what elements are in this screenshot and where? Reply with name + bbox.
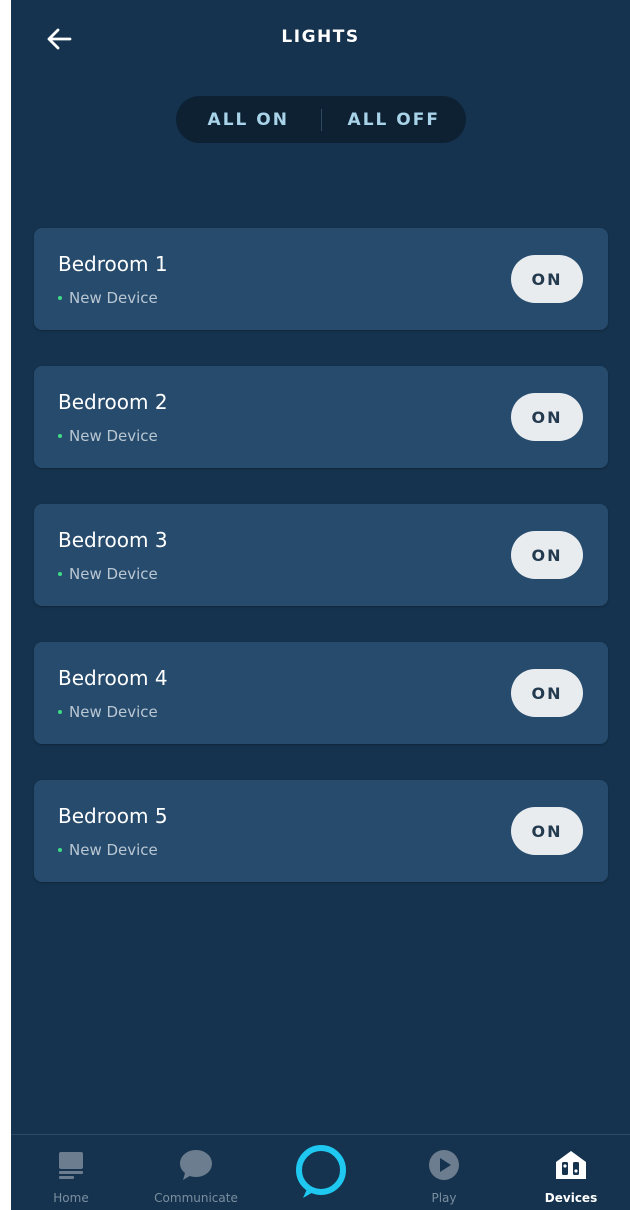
device-name: Bedroom 3 [58, 528, 168, 552]
device-status-label: New Device [69, 289, 158, 307]
device-status: New Device [58, 289, 158, 307]
device-name: Bedroom 5 [58, 804, 168, 828]
device-status-label: New Device [69, 703, 158, 721]
device-status: New Device [58, 565, 158, 583]
nav-communicate[interactable]: Communicate [146, 1135, 246, 1210]
nav-home[interactable]: Home [39, 1135, 103, 1210]
status-dot-icon [58, 710, 62, 714]
device-card-bedroom-2[interactable]: Bedroom 2 New Device ON [34, 366, 608, 468]
power-on-button[interactable]: ON [511, 807, 583, 855]
power-on-button[interactable]: ON [511, 393, 583, 441]
play-icon [427, 1145, 461, 1185]
device-status: New Device [58, 427, 158, 445]
device-status: New Device [58, 703, 158, 721]
status-dot-icon [58, 848, 62, 852]
device-status-label: New Device [69, 565, 158, 583]
lights-screen: LIGHTS ALL ON ALL OFF Bedroom 1 New Devi… [11, 0, 630, 1210]
status-dot-icon [58, 296, 62, 300]
nav-play-label: Play [431, 1191, 457, 1205]
nav-alexa[interactable] [286, 1135, 356, 1210]
devices-icon [554, 1145, 588, 1185]
all-on-button[interactable]: ALL ON [176, 96, 321, 143]
device-status: New Device [58, 841, 158, 859]
device-name: Bedroom 4 [58, 666, 168, 690]
all-off-button[interactable]: ALL OFF [322, 96, 467, 143]
device-name: Bedroom 1 [58, 252, 168, 276]
device-name: Bedroom 2 [58, 390, 168, 414]
nav-communicate-label: Communicate [154, 1191, 238, 1205]
power-on-button[interactable]: ON [511, 669, 583, 717]
device-card-bedroom-3[interactable]: Bedroom 3 New Device ON [34, 504, 608, 606]
all-on-off-toggle: ALL ON ALL OFF [176, 96, 466, 143]
nav-home-label: Home [53, 1191, 89, 1205]
status-dot-icon [58, 434, 62, 438]
home-icon [56, 1145, 86, 1185]
power-on-button[interactable]: ON [511, 255, 583, 303]
bottom-nav: Home Communicate Play Devices [11, 1134, 630, 1210]
power-on-button[interactable]: ON [511, 531, 583, 579]
device-status-label: New Device [69, 841, 158, 859]
chat-bubble-icon [178, 1145, 214, 1185]
page-title: LIGHTS [281, 27, 360, 47]
device-list: Bedroom 1 New Device ON Bedroom 2 New De… [34, 228, 608, 918]
device-card-bedroom-1[interactable]: Bedroom 1 New Device ON [34, 228, 608, 330]
device-card-bedroom-5[interactable]: Bedroom 5 New Device ON [34, 780, 608, 882]
device-card-bedroom-4[interactable]: Bedroom 4 New Device ON [34, 642, 608, 744]
status-dot-icon [58, 572, 62, 576]
nav-devices[interactable]: Devices [541, 1135, 601, 1210]
nav-play[interactable]: Play [417, 1135, 471, 1210]
alexa-ring-icon [293, 1141, 349, 1201]
device-status-label: New Device [69, 427, 158, 445]
nav-devices-label: Devices [544, 1191, 598, 1205]
header: LIGHTS [11, 0, 630, 80]
